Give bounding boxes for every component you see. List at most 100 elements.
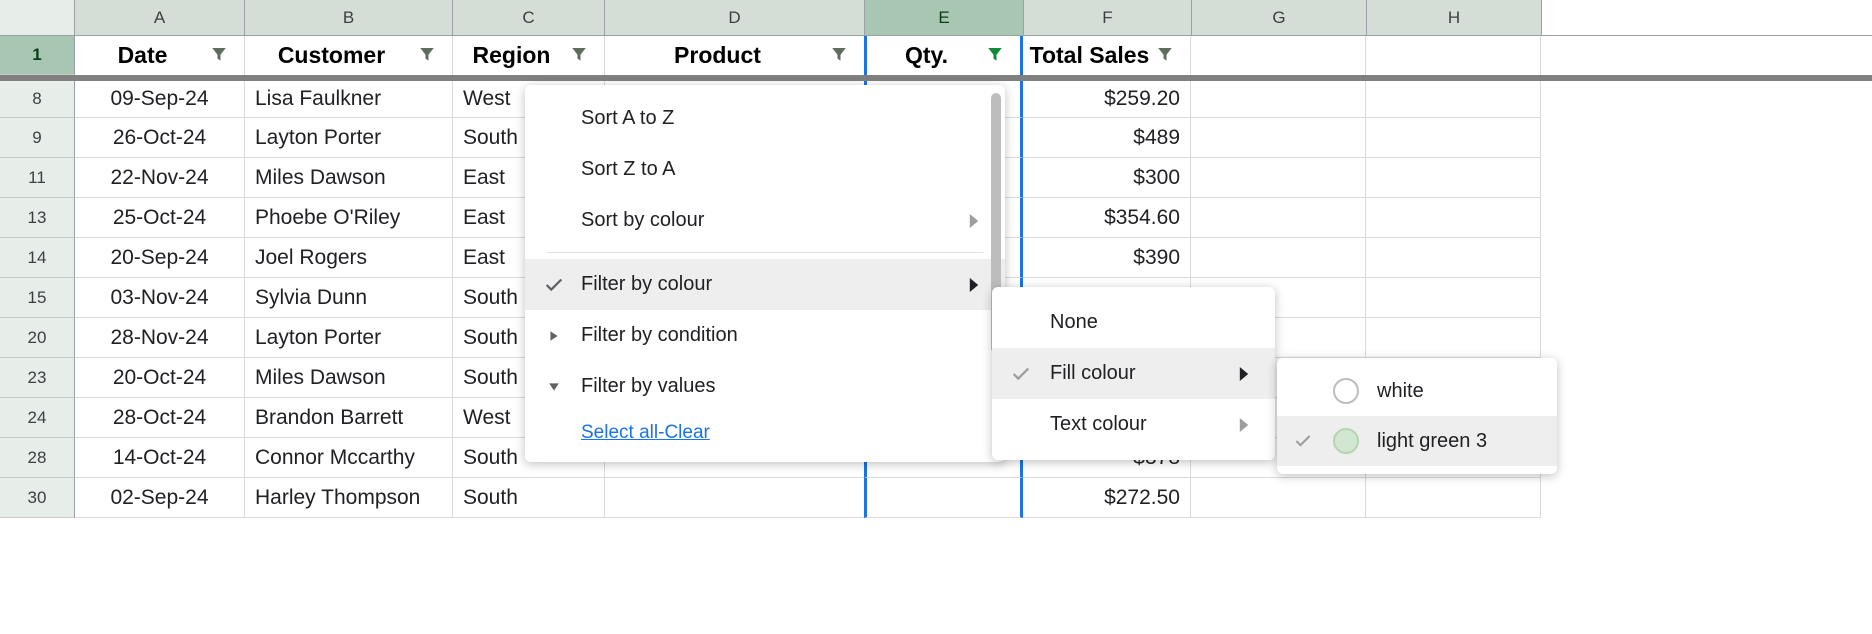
filter-colour-none[interactable]: None bbox=[992, 297, 1275, 348]
cell[interactable] bbox=[1366, 318, 1541, 358]
cell[interactable]: $354.60 bbox=[1023, 198, 1191, 238]
column-header-g[interactable]: G bbox=[1192, 0, 1367, 35]
header-cell-h[interactable] bbox=[1366, 36, 1541, 75]
cell[interactable]: $259.20 bbox=[1023, 81, 1191, 118]
colour-light-green-3[interactable]: light green 3 bbox=[1277, 416, 1557, 466]
cell[interactable]: 20-Sep-24 bbox=[75, 238, 245, 278]
cell[interactable] bbox=[605, 478, 865, 518]
column-header-f[interactable]: F bbox=[1024, 0, 1192, 35]
cell[interactable] bbox=[1366, 118, 1541, 158]
cell[interactable] bbox=[1366, 238, 1541, 278]
check-icon bbox=[543, 274, 565, 296]
cell[interactable]: $272.50 bbox=[1023, 478, 1191, 518]
cell[interactable] bbox=[1191, 198, 1366, 238]
cell[interactable]: Miles Dawson bbox=[245, 158, 453, 198]
cell[interactable]: Phoebe O'Riley bbox=[245, 198, 453, 238]
header-cell-customer[interactable]: Customer bbox=[245, 36, 453, 75]
cell[interactable] bbox=[1191, 158, 1366, 198]
cell[interactable] bbox=[1366, 198, 1541, 238]
column-header-a[interactable]: A bbox=[75, 0, 245, 35]
row-number[interactable]: 9 bbox=[0, 118, 75, 158]
filter-icon[interactable] bbox=[210, 42, 234, 69]
cell[interactable]: Layton Porter bbox=[245, 118, 453, 158]
cell[interactable] bbox=[1366, 278, 1541, 318]
header-label: Product bbox=[605, 42, 830, 69]
cell[interactable]: Brandon Barrett bbox=[245, 398, 453, 438]
cell[interactable]: South bbox=[453, 478, 605, 518]
cell[interactable] bbox=[1191, 238, 1366, 278]
column-header-h[interactable]: H bbox=[1367, 0, 1542, 35]
filter-icon[interactable] bbox=[570, 42, 594, 69]
cell[interactable] bbox=[1191, 478, 1366, 518]
cell[interactable]: $489 bbox=[1023, 118, 1191, 158]
header-cell-g[interactable] bbox=[1191, 36, 1366, 75]
row-number[interactable]: 13 bbox=[0, 198, 75, 238]
cell[interactable]: Layton Porter bbox=[245, 318, 453, 358]
cell[interactable]: Miles Dawson bbox=[245, 358, 453, 398]
cell[interactable]: 14-Oct-24 bbox=[75, 438, 245, 478]
select-all-link[interactable]: Select all bbox=[581, 422, 658, 443]
header-cell-region[interactable]: Region bbox=[453, 36, 605, 75]
header-cell-product[interactable]: Product bbox=[605, 36, 865, 75]
row-number[interactable]: 14 bbox=[0, 238, 75, 278]
cell[interactable] bbox=[1191, 81, 1366, 118]
sort-z-a[interactable]: Sort Z to A bbox=[525, 144, 1005, 195]
cell[interactable]: 28-Oct-24 bbox=[75, 398, 245, 438]
colour-swatch-light-green-3 bbox=[1333, 428, 1359, 454]
row-number[interactable]: 20 bbox=[0, 318, 75, 358]
sort-a-z[interactable]: Sort A to Z bbox=[525, 93, 1005, 144]
filter-by-colour[interactable]: Filter by colour bbox=[525, 259, 1005, 310]
select-all-corner[interactable] bbox=[0, 0, 75, 36]
header-cell-qty-[interactable]: Qty. bbox=[864, 36, 1023, 75]
row-number[interactable]: 28 bbox=[0, 438, 75, 478]
cell[interactable] bbox=[1366, 81, 1541, 118]
cell[interactable]: 22-Nov-24 bbox=[75, 158, 245, 198]
cell[interactable]: Connor Mccarthy bbox=[245, 438, 453, 478]
row-number[interactable]: 11 bbox=[0, 158, 75, 198]
filter-icon[interactable] bbox=[830, 42, 854, 69]
cell[interactable]: 02-Sep-24 bbox=[75, 478, 245, 518]
filter-text-colour[interactable]: Text colour bbox=[992, 399, 1275, 450]
spreadsheet-view: ABCDEFGH 1 DateCustomerRegionProduct Qty.… bbox=[0, 0, 1872, 634]
header-cell-total-sales[interactable]: Total Sales bbox=[1023, 36, 1191, 75]
cell[interactable] bbox=[1366, 158, 1541, 198]
clear-link[interactable]: Clear bbox=[664, 422, 709, 443]
filter-fill-colour[interactable]: Fill colour bbox=[992, 348, 1275, 399]
row-number[interactable]: 24 bbox=[0, 398, 75, 438]
row-number[interactable]: 23 bbox=[0, 358, 75, 398]
cell[interactable]: Sylvia Dunn bbox=[245, 278, 453, 318]
filter-icon[interactable] bbox=[1156, 42, 1180, 69]
header-cell-date[interactable]: Date bbox=[75, 36, 245, 75]
sort-by-colour[interactable]: Sort by colour bbox=[525, 195, 1005, 246]
column-header-b[interactable]: B bbox=[245, 0, 453, 35]
column-header-e[interactable]: E bbox=[865, 0, 1024, 35]
cell[interactable]: 28-Nov-24 bbox=[75, 318, 245, 358]
cell[interactable]: 03-Nov-24 bbox=[75, 278, 245, 318]
row-number[interactable]: 30 bbox=[0, 478, 75, 518]
chevron-right-icon bbox=[965, 276, 983, 294]
colour-white[interactable]: white bbox=[1277, 366, 1557, 416]
filter-icon[interactable] bbox=[418, 42, 442, 69]
cell[interactable]: $300 bbox=[1023, 158, 1191, 198]
cell[interactable]: $390 bbox=[1023, 238, 1191, 278]
cell[interactable]: Joel Rogers bbox=[245, 238, 453, 278]
cell[interactable] bbox=[1366, 478, 1541, 518]
row-number[interactable]: 8 bbox=[0, 81, 75, 118]
filter-icon[interactable] bbox=[986, 42, 1010, 69]
cell[interactable]: 26-Oct-24 bbox=[75, 118, 245, 158]
cell[interactable] bbox=[864, 478, 1023, 518]
cell[interactable]: 25-Oct-24 bbox=[75, 198, 245, 238]
column-header-c[interactable]: C bbox=[453, 0, 605, 35]
row-number[interactable]: 15 bbox=[0, 278, 75, 318]
cell[interactable]: 20-Oct-24 bbox=[75, 358, 245, 398]
cell[interactable]: 09-Sep-24 bbox=[75, 81, 245, 118]
column-header-d[interactable]: D bbox=[605, 0, 865, 35]
data-row: 3002-Sep-24Harley ThompsonSouth $272.50 bbox=[0, 478, 1872, 518]
cell[interactable]: Harley Thompson bbox=[245, 478, 453, 518]
fill-colour-submenu: white light green 3 bbox=[1277, 358, 1557, 474]
filter-by-condition[interactable]: Filter by condition bbox=[525, 310, 1005, 361]
filter-by-values[interactable]: Filter by values bbox=[525, 361, 1005, 412]
row-number-1[interactable]: 1 bbox=[0, 36, 75, 75]
cell[interactable] bbox=[1191, 118, 1366, 158]
cell[interactable]: Lisa Faulkner bbox=[245, 81, 453, 118]
